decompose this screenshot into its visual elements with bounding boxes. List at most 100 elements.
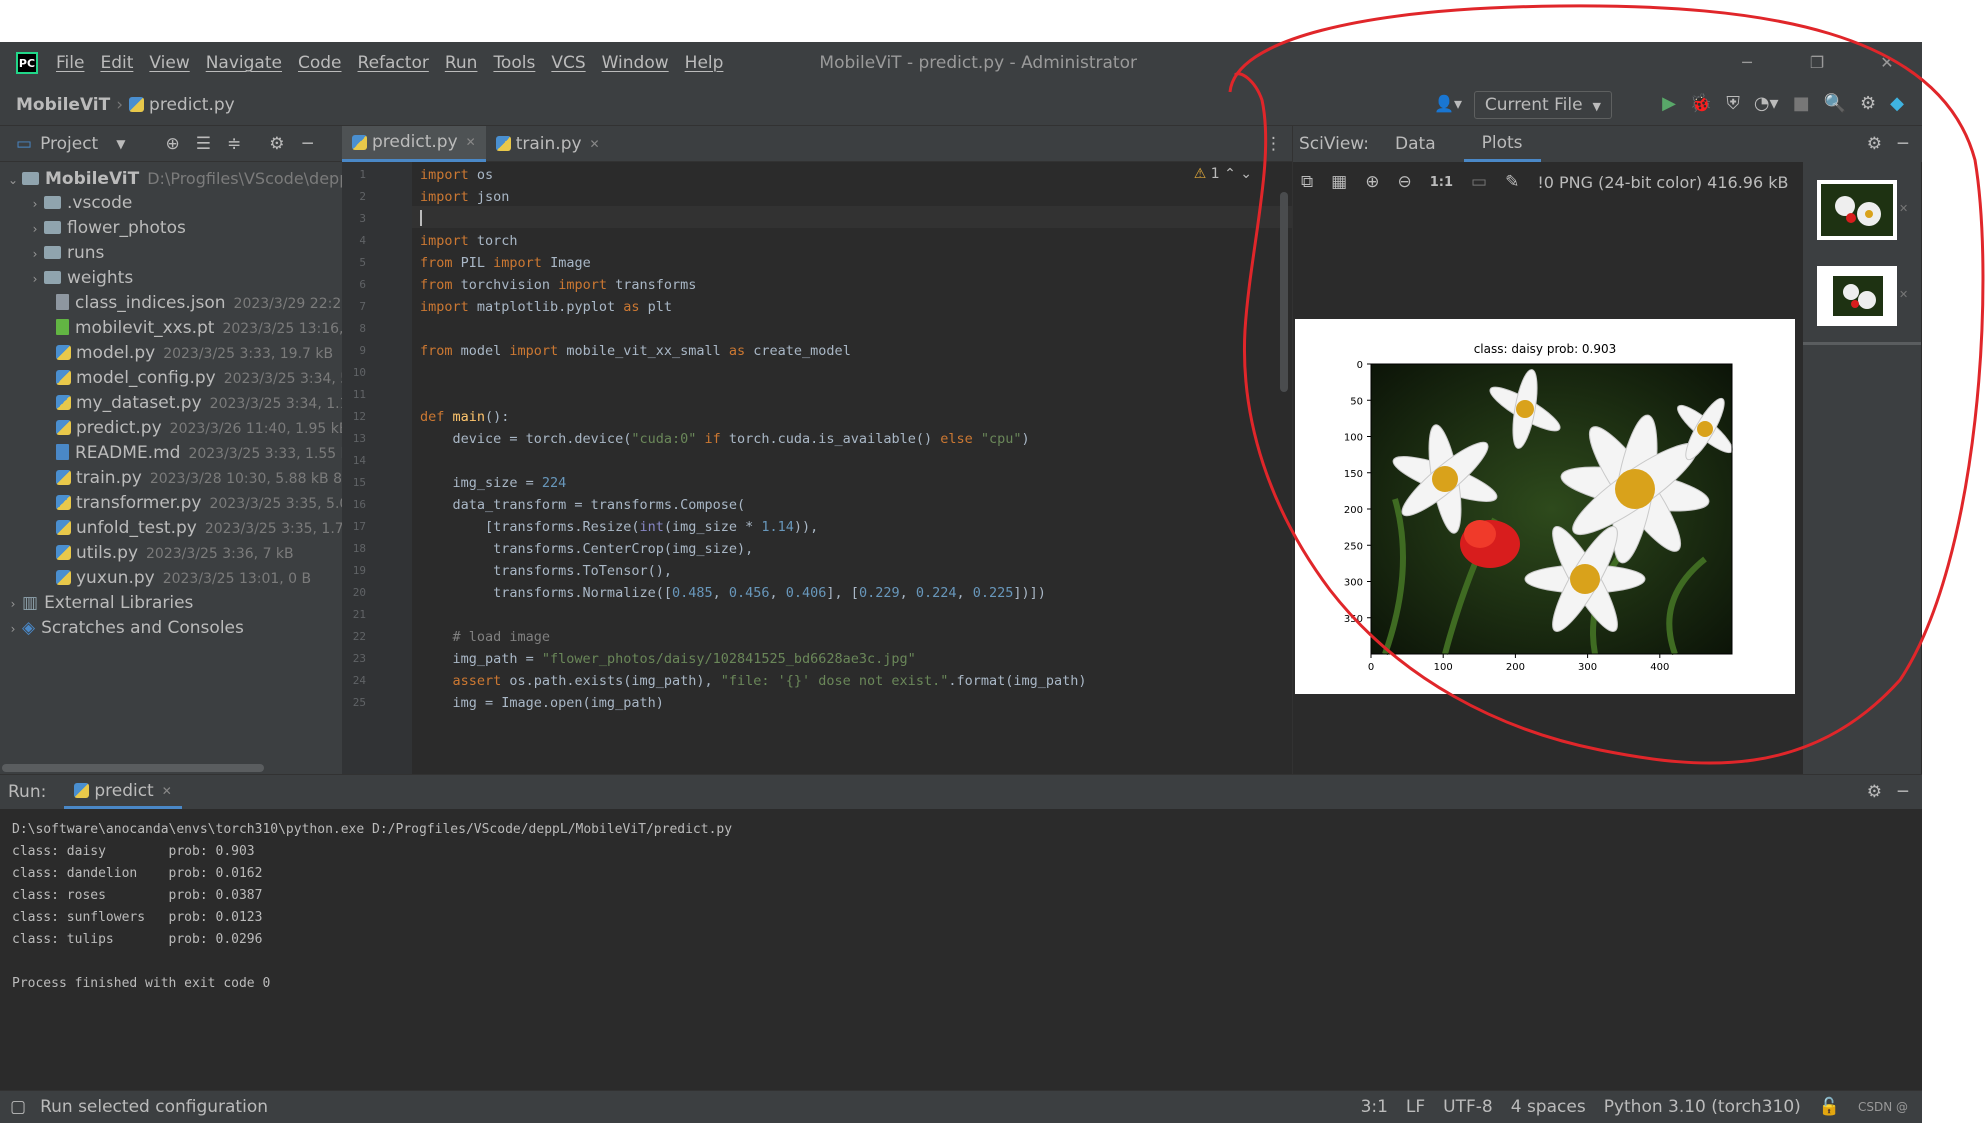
tree-item[interactable]: › .vscode <box>26 191 133 217</box>
close-icon[interactable]: ✕ <box>1899 202 1908 215</box>
gear-icon[interactable]: ⚙ <box>269 134 284 154</box>
tree-item[interactable]: › runs <box>26 241 105 267</box>
menu-tools[interactable]: Tools <box>493 53 535 73</box>
gear-icon[interactable]: ⚙ <box>1867 134 1882 154</box>
tab-train[interactable]: train.py ✕ <box>486 126 610 162</box>
warning-indicator[interactable]: ⚠ 1 ⌃ ⌄ <box>1194 166 1252 182</box>
lock-icon[interactable]: 🔓 <box>1819 1097 1840 1117</box>
tab-data[interactable]: Data <box>1395 134 1436 154</box>
chevron-right-icon[interactable]: › <box>26 217 44 242</box>
chevron-right-icon[interactable]: › <box>26 242 44 267</box>
run-config-dropdown[interactable]: Current File ▼ <box>1473 91 1612 119</box>
hide-icon[interactable]: ─ <box>1898 782 1908 802</box>
menu-navigate[interactable]: Navigate <box>206 53 282 73</box>
search-icon[interactable]: 🔍 <box>1824 93 1846 114</box>
editor-scrollbar[interactable] <box>1280 192 1288 392</box>
menu-view[interactable]: View <box>149 53 189 73</box>
breadcrumb-file[interactable]: predict.py <box>149 95 235 115</box>
color-picker-icon[interactable]: ✎ <box>1505 172 1519 192</box>
menu-window[interactable]: Window <box>602 53 669 73</box>
settings-gear-icon[interactable]: ⚙ <box>1860 93 1876 114</box>
menu-edit[interactable]: Edit <box>100 53 133 73</box>
tree-item[interactable]: model.py 2023/3/25 3:33, 19.7 kB <box>56 341 333 366</box>
close-icon[interactable]: ✕ <box>466 135 476 149</box>
plot-thumbnail[interactable] <box>1817 180 1897 240</box>
python-interpreter[interactable]: Python 3.10 (torch310) <box>1604 1097 1801 1117</box>
fit-icon[interactable]: ▭ <box>1471 172 1487 192</box>
indent-setting[interactable]: 4 spaces <box>1511 1097 1586 1117</box>
file-encoding[interactable]: UTF-8 <box>1443 1097 1493 1117</box>
zoom-out-icon[interactable]: ⊖ <box>1397 172 1411 192</box>
tree-item[interactable]: utils.py 2023/3/25 3:36, 7 kB <box>56 541 294 566</box>
menu-file[interactable]: File <box>56 53 84 73</box>
user-icon[interactable]: 👤▾ <box>1434 94 1462 113</box>
close-icon[interactable]: ✕ <box>590 137 600 151</box>
toggle-tool-windows-icon[interactable]: ▢ <box>10 1097 26 1117</box>
caret-position[interactable]: 3:1 <box>1361 1097 1388 1117</box>
collapse-all-icon[interactable]: ≑ <box>227 134 241 154</box>
tree-root[interactable]: ⌄ MobileViT D:\Progfiles\VScode\deppL <box>4 166 358 191</box>
tree-item[interactable]: predict.py 2023/3/26 11:40, 1.95 kB M <box>56 416 365 441</box>
tree-external-libraries[interactable]: › ▥ External Libraries <box>4 591 194 617</box>
chevron-right-icon[interactable]: › <box>26 267 44 292</box>
menu-vcs[interactable]: VCS <box>551 53 585 73</box>
expand-all-icon[interactable]: ☰ <box>196 134 211 154</box>
menu-refactor[interactable]: Refactor <box>358 53 429 73</box>
hide-icon[interactable]: ─ <box>302 134 312 154</box>
gear-icon[interactable]: ⚙ <box>1867 782 1882 802</box>
actual-size-button[interactable]: 1:1 <box>1430 175 1453 190</box>
menu-help[interactable]: Help <box>685 53 724 73</box>
python-file-icon <box>56 370 71 385</box>
code-line: transforms.Normalize([0.485, 0.456, 0.40… <box>420 585 1046 601</box>
python-file-icon <box>74 783 90 798</box>
tree-item[interactable]: train.py 2023/3/28 10:30, 5.88 kB 8 min <box>56 466 373 491</box>
tree-item[interactable]: my_dataset.py 2023/3/25 3:34, 1.17 k <box>56 391 370 416</box>
tab-plots[interactable]: Plots <box>1463 127 1541 162</box>
tree-item[interactable]: README.md 2023/3/25 3:33, 1.55 kB <box>56 441 358 466</box>
chevron-right-icon[interactable]: › <box>26 192 44 217</box>
tree-item[interactable]: unfold_test.py 2023/3/25 3:35, 1.75 k <box>56 516 365 541</box>
plot-thumbnail[interactable] <box>1817 266 1897 326</box>
tab-predict[interactable]: predict.py ✕ <box>342 125 486 162</box>
zoom-in-icon[interactable]: ⊕ <box>1365 172 1379 192</box>
horizontal-scrollbar[interactable] <box>2 764 264 772</box>
chevron-down-icon[interactable]: ▼ <box>116 137 125 151</box>
tree-item-meta: 2023/3/25 3:33, 1.55 kB <box>188 446 359 462</box>
tree-item[interactable]: › weights <box>26 266 134 292</box>
ide-update-icon[interactable]: ◆ <box>1890 93 1904 114</box>
tab-run-predict[interactable]: predict ✕ <box>64 775 182 809</box>
tree-item[interactable]: transformer.py 2023/3/25 3:35, 5.01 k <box>56 491 370 516</box>
close-icon[interactable]: ✕ <box>162 784 172 798</box>
tree-item[interactable]: yuxun.py 2023/3/25 13:01, 0 B <box>56 566 311 591</box>
restore-icon[interactable]: ❐ <box>1782 42 1852 84</box>
tree-scratches[interactable]: › ◈ Scratches and Consoles <box>4 616 244 641</box>
minimize-icon[interactable]: ─ <box>1712 42 1782 84</box>
line-number: 11 <box>352 388 366 401</box>
breadcrumb-project[interactable]: MobileViT <box>16 95 110 115</box>
tree-item[interactable]: class_indices.json 2023/3/29 22:25, 1( <box>56 291 373 316</box>
menu-code[interactable]: Code <box>298 53 342 73</box>
chevron-right-icon[interactable]: › <box>4 592 22 617</box>
debug-icon[interactable]: 🐞 <box>1690 93 1712 114</box>
coverage-icon[interactable]: ⛨ <box>1726 93 1740 114</box>
file-icon <box>56 319 69 335</box>
layout-icon[interactable]: ⧉ <box>1301 172 1313 192</box>
stop-icon[interactable]: ■ <box>1793 93 1810 114</box>
profile-icon[interactable]: ◔▾ <box>1754 93 1779 114</box>
run-icon[interactable]: ▶ <box>1662 93 1676 114</box>
tree-item[interactable]: › flower_photos <box>26 216 186 241</box>
line-separator[interactable]: LF <box>1406 1097 1425 1117</box>
project-view-label[interactable]: Project <box>40 134 98 154</box>
code-editor[interactable]: 1 2 3 4 5 6 7 8 9 10 11 12 13 14 15 16 17 18 19 20 21 22 23 24 2… <box>342 162 1292 774</box>
more-tabs-icon[interactable]: ⋮ <box>1265 134 1282 154</box>
tree-item[interactable]: mobilevit_xxs.pt 2023/3/25 13:16, 5.2 <box>56 316 370 341</box>
hide-icon[interactable]: ─ <box>1898 134 1908 154</box>
chevron-down-icon[interactable]: ⌄ <box>4 168 22 193</box>
chevron-right-icon[interactable]: › <box>4 617 22 642</box>
close-icon[interactable]: ✕ <box>1899 288 1908 301</box>
close-icon[interactable]: ✕ <box>1852 42 1922 84</box>
tree-item[interactable]: model_config.py 2023/3/25 3:34, 5.7( <box>56 366 368 391</box>
menu-run[interactable]: Run <box>445 53 478 73</box>
grid-icon[interactable]: ▦ <box>1331 172 1347 192</box>
locate-icon[interactable]: ⊕ <box>165 134 179 154</box>
